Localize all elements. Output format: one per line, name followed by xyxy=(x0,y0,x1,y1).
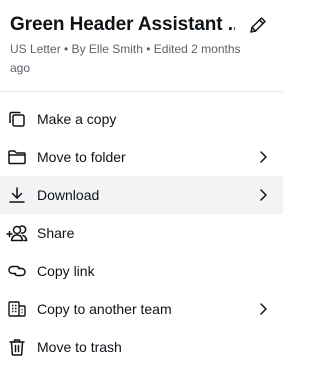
divider xyxy=(0,91,283,92)
menu-item-make-a-copy[interactable]: Make a copy xyxy=(0,100,283,138)
link-icon xyxy=(6,260,28,282)
title-row: Green Header Assistant ... xyxy=(10,12,276,38)
context-menu: Make a copy Move to folder Download Shar… xyxy=(0,100,283,366)
menu-item-copy-to-another-team[interactable]: Copy to another team xyxy=(0,290,283,328)
menu-item-move-to-folder[interactable]: Move to folder xyxy=(0,138,283,176)
download-icon xyxy=(6,184,28,206)
menu-item-label: Move to folder xyxy=(37,149,126,165)
chevron-right-icon xyxy=(254,148,272,166)
pencil-icon xyxy=(248,15,268,35)
share-people-icon xyxy=(6,222,28,244)
chevron-right-icon xyxy=(254,300,272,318)
menu-item-label: Download xyxy=(37,187,100,203)
copy-icon xyxy=(6,108,28,130)
menu-item-label: Copy link xyxy=(37,263,95,279)
design-title[interactable]: Green Header Assistant ... xyxy=(10,14,235,36)
trash-icon xyxy=(6,336,28,358)
folder-icon xyxy=(6,146,28,168)
menu-item-move-to-trash[interactable]: Move to trash xyxy=(0,328,283,366)
chevron-right-icon xyxy=(254,186,272,204)
design-meta: US Letter • By Elle Smith • Edited 2 mon… xyxy=(10,42,241,75)
menu-item-share[interactable]: Share xyxy=(0,214,283,252)
menu-item-label: Copy to another team xyxy=(37,301,172,317)
menu-item-copy-link[interactable]: Copy link xyxy=(0,252,283,290)
menu-item-label: Share xyxy=(37,225,75,241)
menu-item-download[interactable]: Download xyxy=(0,176,283,214)
edit-title-button[interactable] xyxy=(246,13,270,37)
menu-item-label: Move to trash xyxy=(37,339,122,355)
building-icon xyxy=(6,298,28,320)
design-header: Green Header Assistant ... US Letter • B… xyxy=(0,0,283,91)
menu-item-label: Make a copy xyxy=(37,111,117,127)
